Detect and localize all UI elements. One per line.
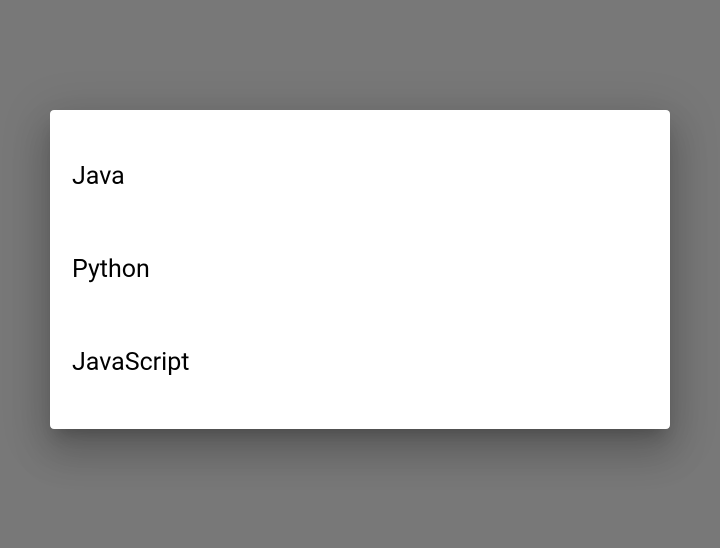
selection-dialog: Java Python JavaScript xyxy=(50,110,670,429)
list-item-label: Java xyxy=(72,162,125,191)
list-item[interactable]: JavaScript xyxy=(50,316,670,409)
list-item[interactable]: Java xyxy=(50,130,670,223)
list-item-label: Python xyxy=(72,255,150,284)
list-item-label: JavaScript xyxy=(72,348,189,377)
list-item[interactable]: Python xyxy=(50,223,670,316)
